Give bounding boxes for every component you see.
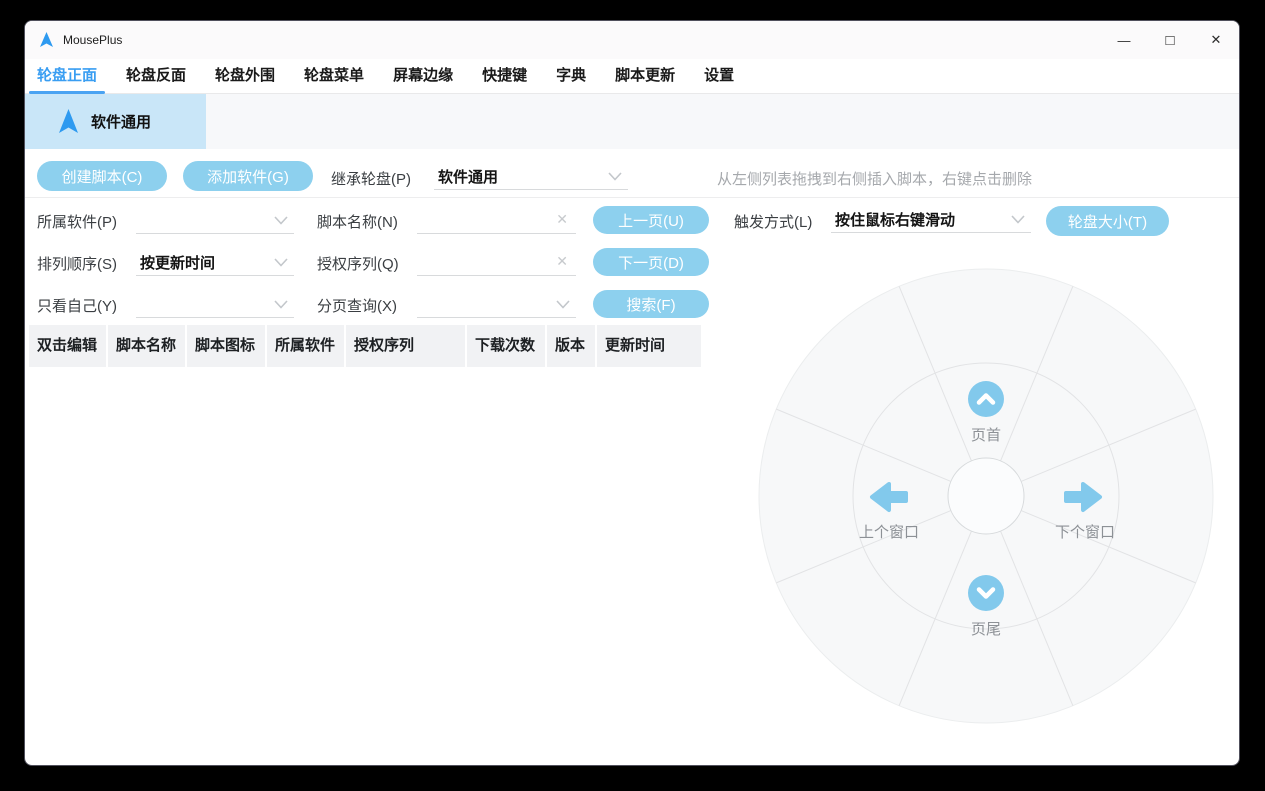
app-title: MousePlus <box>63 33 123 47</box>
wheel-label-page-top: 页首 <box>970 427 1002 444</box>
profile-band: 软件通用 <box>25 94 1239 149</box>
column-header[interactable]: 双击编辑 <box>29 325 108 367</box>
arrow-left-icon <box>870 482 908 512</box>
tab-wheel-outer[interactable]: 轮盘外围 <box>207 59 283 93</box>
window-controls: — □ ✕ <box>1101 21 1239 59</box>
wheel-sector-page-bottom[interactable] <box>968 575 1004 611</box>
maximize-button[interactable]: □ <box>1147 21 1193 59</box>
license-serial-input[interactable] <box>419 250 549 272</box>
owner-software-select[interactable] <box>136 206 294 234</box>
wheel-sector-page-top[interactable] <box>968 381 1004 417</box>
inherit-wheel-select[interactable]: 软件通用 <box>434 162 628 190</box>
drag-hint-text: 从左侧列表拖拽到右侧插入脚本，右键点击删除 <box>717 171 1033 188</box>
wheel-sector-prev-window[interactable] <box>869 480 908 516</box>
add-software-button[interactable]: 添加软件(G) <box>183 161 313 191</box>
tab-settings[interactable]: 设置 <box>696 59 742 93</box>
minimize-button[interactable]: — <box>1101 21 1147 59</box>
mouseplus-logo-icon <box>59 108 78 133</box>
sort-order-value: 按更新时间 <box>140 255 216 272</box>
tab-screen-edge[interactable]: 屏幕边缘 <box>385 59 461 93</box>
license-serial-label: 授权序列(Q) <box>317 256 399 273</box>
script-name-input[interactable] <box>419 208 549 230</box>
only-mine-select[interactable] <box>136 290 294 318</box>
trigger-mode-value: 按住鼠标右键滑动 <box>835 212 956 229</box>
chevron-down-circle-icon <box>968 575 1004 611</box>
chevron-down-icon <box>608 172 622 181</box>
chevron-up-circle-icon <box>968 381 1004 417</box>
chevron-down-icon <box>274 258 288 267</box>
column-header[interactable]: 所属软件 <box>267 325 346 367</box>
script-table-header: 双击编辑 脚本名称 脚本图标 所属软件 授权序列 下载次数 版本 更新时间 <box>29 325 701 367</box>
separator <box>25 197 1239 198</box>
sort-order-select[interactable]: 按更新时间 <box>136 248 294 276</box>
trigger-mode-select[interactable]: 按住鼠标右键滑动 <box>831 205 1031 233</box>
tab-wheel-back[interactable]: 轮盘反面 <box>118 59 194 93</box>
tab-hotkeys[interactable]: 快捷键 <box>474 59 535 93</box>
tab-script-update[interactable]: 脚本更新 <box>607 59 683 93</box>
column-header[interactable]: 更新时间 <box>597 325 701 367</box>
clear-icon[interactable]: ✕ <box>556 211 568 228</box>
column-header[interactable]: 授权序列 <box>346 325 467 367</box>
column-header[interactable]: 脚本图标 <box>187 325 267 367</box>
inherit-wheel-value: 软件通用 <box>438 169 499 186</box>
app-window: MousePlus — □ ✕ 轮盘正面 轮盘反面 轮盘外围 轮盘菜单 屏幕边缘… <box>24 20 1240 766</box>
page-query-label: 分页查询(X) <box>317 298 397 315</box>
main-tab-bar: 轮盘正面 轮盘反面 轮盘外围 轮盘菜单 屏幕边缘 快捷键 字典 脚本更新 设置 <box>25 59 1239 94</box>
trigger-mode-label: 触发方式(L) <box>734 214 813 231</box>
search-button[interactable]: 搜索(F) <box>593 290 709 318</box>
chevron-down-icon <box>274 300 288 309</box>
prev-page-button[interactable]: 上一页(U) <box>593 206 709 234</box>
only-mine-label: 只看自己(Y) <box>37 298 117 315</box>
chevron-down-icon <box>274 216 288 225</box>
owner-software-label: 所属软件(P) <box>37 214 117 231</box>
tab-wheel-front[interactable]: 轮盘正面 <box>29 59 106 94</box>
inherit-wheel-label: 继承轮盘(P) <box>331 171 411 188</box>
wheel-label-next-window: 下个窗口 <box>1054 524 1116 541</box>
mouseplus-logo-icon <box>40 32 53 47</box>
page-query-select[interactable] <box>417 290 576 318</box>
next-page-button[interactable]: 下一页(D) <box>593 248 709 276</box>
license-serial-field: ✕ <box>417 248 576 276</box>
script-name-field: ✕ <box>417 206 576 234</box>
wheel-label-prev-window: 上个窗口 <box>858 524 920 541</box>
chevron-down-icon <box>556 300 570 309</box>
wheel-sector-next-window[interactable] <box>1063 480 1102 516</box>
wheel-size-button[interactable]: 轮盘大小(T) <box>1046 206 1169 236</box>
clear-icon[interactable]: ✕ <box>556 253 568 270</box>
column-header[interactable]: 脚本名称 <box>108 325 187 367</box>
wheel-rings <box>758 268 1214 724</box>
tab-wheel-menu[interactable]: 轮盘菜单 <box>296 59 372 93</box>
chevron-down-icon <box>1011 215 1025 224</box>
profile-item-general[interactable]: 软件通用 <box>25 94 206 149</box>
profile-item-label: 软件通用 <box>91 114 152 131</box>
script-name-label: 脚本名称(N) <box>317 214 398 231</box>
title-bar: MousePlus — □ ✕ <box>25 21 1239 59</box>
wheel-label-page-bottom: 页尾 <box>970 621 1002 638</box>
sort-order-label: 排列顺序(S) <box>37 256 117 273</box>
wheel-preview: 页首 页尾 上个窗口 下个窗口 <box>758 268 1214 724</box>
close-button[interactable]: ✕ <box>1193 21 1239 59</box>
tab-dictionary[interactable]: 字典 <box>548 59 594 93</box>
column-header[interactable]: 版本 <box>547 325 597 367</box>
arrow-right-icon <box>1064 482 1102 512</box>
column-header[interactable]: 下载次数 <box>467 325 547 367</box>
create-script-button[interactable]: 创建脚本(C) <box>37 161 167 191</box>
